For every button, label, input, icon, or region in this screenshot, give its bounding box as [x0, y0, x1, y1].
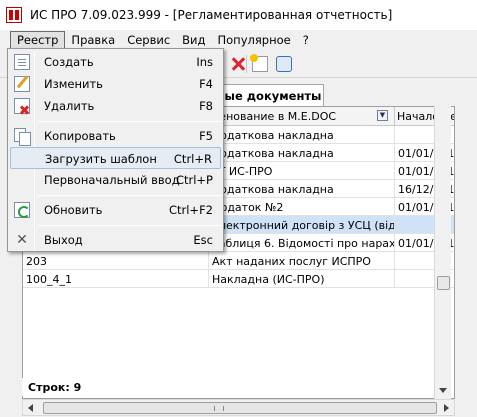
menu-item-shortcut: Esc — [193, 233, 213, 247]
menu-edit[interactable]: Правка — [65, 31, 121, 49]
vertical-scrollbar[interactable] — [434, 106, 451, 399]
cell-name: Акт наданих послуг ИСПРО — [209, 252, 395, 270]
new-document-icon[interactable] — [250, 54, 268, 72]
table-row[interactable]: 100_4_1 Накладна (ИС-ПРО) — [23, 270, 454, 288]
exit-icon: ✕ — [16, 232, 28, 248]
delete-icon[interactable] — [230, 56, 246, 72]
menu-item-label: Обновить — [44, 203, 103, 217]
scroll-down-arrow-icon[interactable] — [439, 388, 447, 393]
scroll-grip-icon — [214, 406, 224, 411]
tab-documents[interactable]: ые документы — [222, 84, 324, 107]
menu-item-label: Копировать — [44, 129, 116, 143]
app-logo-icon — [6, 7, 22, 23]
menu-item-label: Удалить — [44, 99, 95, 113]
cell-code: 100_4_1 — [23, 270, 209, 288]
cell-code: 203 — [23, 252, 209, 270]
menu-item-refresh[interactable]: Обновить Ctrl+F2 — [10, 199, 221, 221]
menu-item-shortcut: Ctrl+P — [175, 173, 213, 187]
menu-help[interactable]: ? — [297, 31, 315, 49]
refresh-icon — [14, 202, 30, 218]
menu-item-initial-input[interactable]: Первоначальный ввод Ctrl+P — [10, 169, 221, 191]
delete-document-icon — [14, 98, 30, 114]
column-header-name[interactable]: менование в M.E.DOC ▼ — [209, 107, 395, 126]
column-header-name-label: менование в M.E.DOC — [211, 110, 337, 123]
registry-menu-dropdown: Создать Ins Изменить F4 Удалить F8 Копир… — [7, 48, 224, 252]
menu-item-shortcut: F4 — [199, 77, 213, 91]
menu-item-exit[interactable]: ✕ Выход Esc — [10, 229, 221, 251]
cell-name: Накладна (ИС-ПРО) — [209, 270, 395, 288]
horizontal-scroll-thumb[interactable] — [43, 402, 437, 414]
menu-separator — [38, 195, 221, 196]
menu-view[interactable]: Вид — [176, 31, 211, 49]
menu-item-copy[interactable]: Копировать F5 — [10, 125, 221, 147]
new-document-icon — [14, 54, 30, 70]
menu-bar: Реестр Правка Сервис Вид Популярное ? — [0, 30, 477, 50]
menu-item-label: Выход — [44, 233, 83, 247]
menu-service[interactable]: Сервис — [121, 31, 176, 49]
filter-dropdown-icon[interactable]: ▼ — [377, 110, 388, 121]
menu-item-label: Создать — [44, 55, 94, 69]
vertical-scroll-thumb[interactable] — [437, 276, 450, 290]
menu-item-shortcut: F8 — [199, 99, 213, 113]
menu-item-shortcut: Ctrl+R — [173, 152, 212, 166]
table-row[interactable]: 203 Акт наданих послуг ИСПРО — [23, 252, 454, 270]
edit-document-icon — [14, 76, 30, 92]
title-bar: ИС ПРО 7.09.023.999 - [Регламентированна… — [0, 0, 477, 30]
menu-item-shortcut: Ins — [196, 55, 213, 69]
message-icon[interactable] — [276, 56, 292, 72]
menu-item-label: Изменить — [44, 77, 103, 91]
menu-item-label: Загрузить шаблон — [45, 152, 157, 166]
menu-item-label: Первоначальный ввод — [44, 173, 180, 187]
menu-separator — [38, 225, 221, 226]
menu-item-edit[interactable]: Изменить F4 — [10, 73, 221, 95]
horizontal-scrollbar[interactable] — [22, 399, 455, 416]
cell-name: Електронний договір з УСЦ (від 0... — [209, 216, 395, 234]
row-count-status: Строк: 9 — [22, 378, 434, 396]
menu-item-create[interactable]: Создать Ins — [10, 51, 221, 73]
cell-name: Податкова накладна — [209, 180, 395, 198]
copy-icon — [14, 128, 31, 146]
cell-name: Податкова накладна — [209, 126, 395, 144]
menu-item-load-template[interactable]: Загрузить шаблон Ctrl+R — [10, 147, 221, 169]
cell-name: Таблиця 6. Відомості про нарахув... — [209, 234, 395, 252]
cell-name: Податкова накладна — [209, 144, 395, 162]
menu-popular[interactable]: Популярное — [212, 31, 297, 49]
toolbar-separator — [246, 55, 247, 73]
cell-name: ТТ ИС-ПРО — [209, 162, 395, 180]
scroll-left-arrow-icon[interactable] — [28, 404, 33, 412]
menu-item-shortcut: Ctrl+F2 — [168, 203, 213, 217]
menu-item-shortcut: F5 — [199, 129, 213, 143]
menu-item-delete[interactable]: Удалить F8 — [10, 95, 221, 117]
menu-separator — [38, 121, 221, 122]
window-title: ИС ПРО 7.09.023.999 - [Регламентированна… — [30, 8, 393, 22]
menu-registry[interactable]: Реестр — [10, 31, 66, 49]
cell-name: Додаток №2 — [209, 198, 395, 216]
scroll-right-arrow-icon[interactable] — [444, 404, 449, 412]
